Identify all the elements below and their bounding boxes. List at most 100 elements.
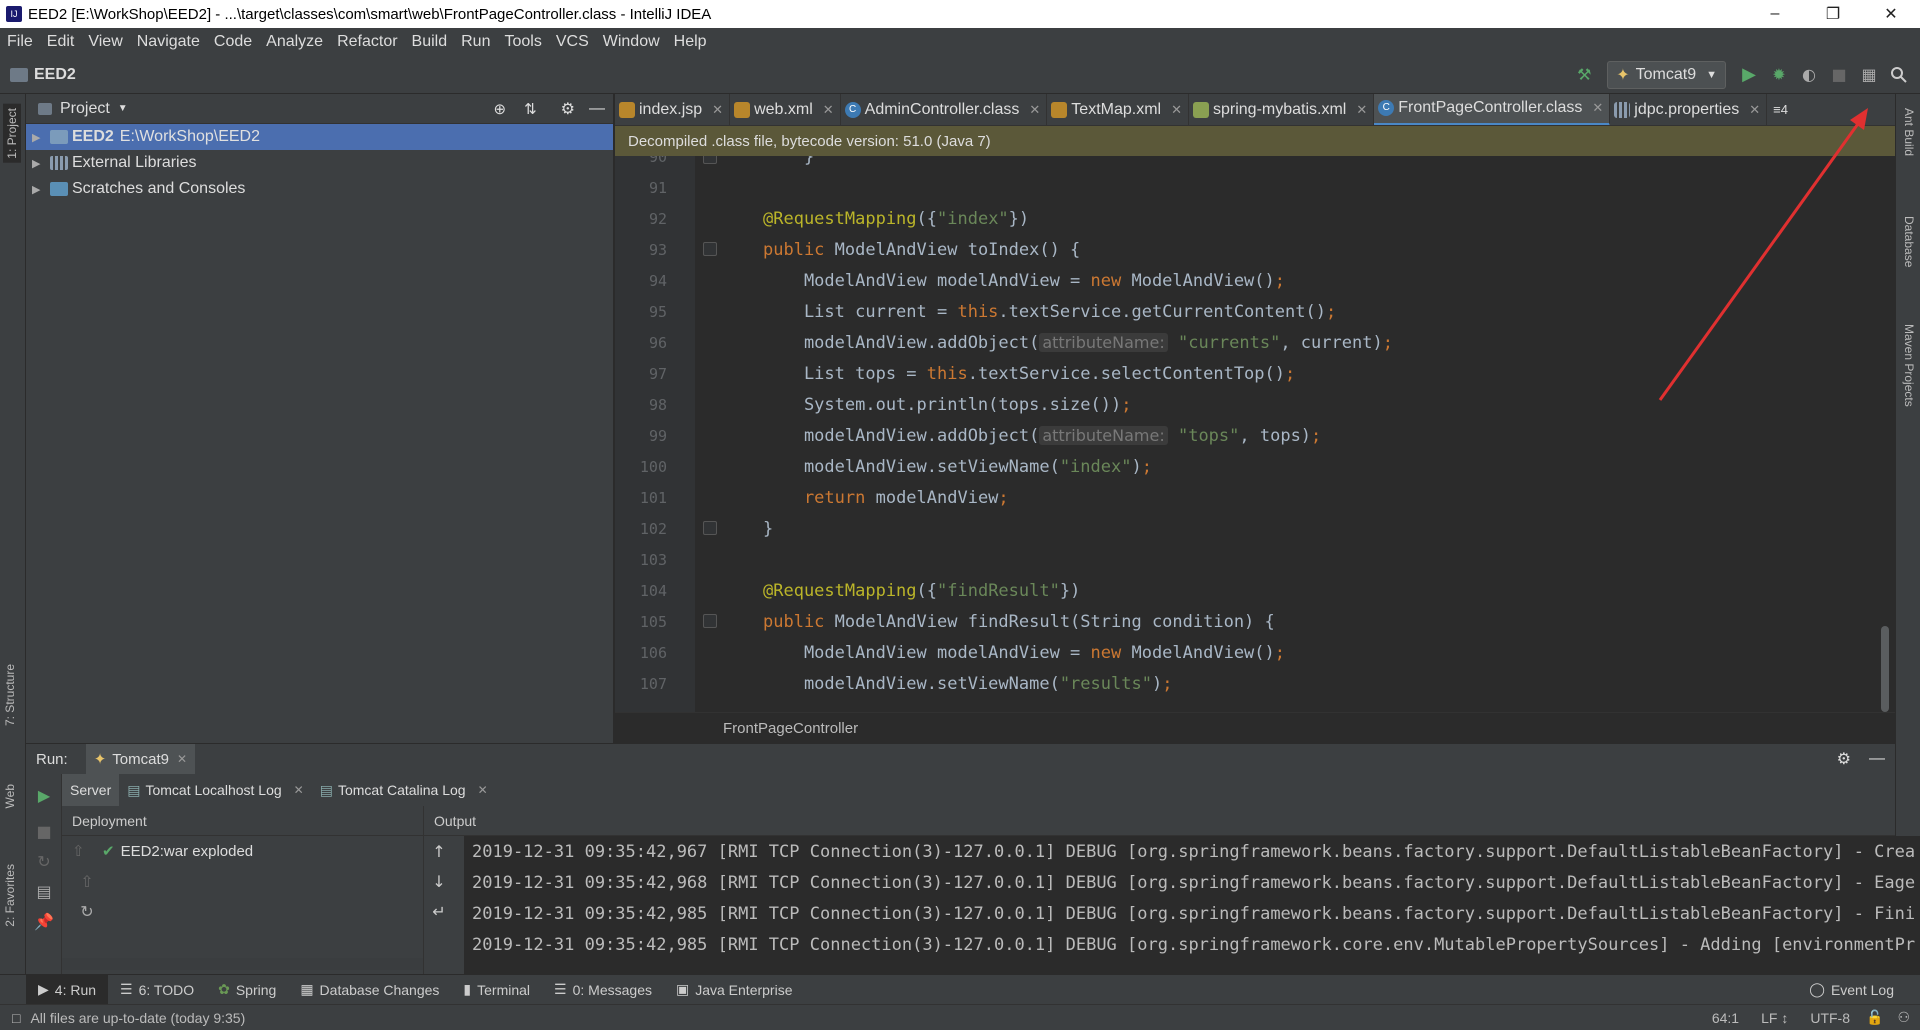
fold-marker-icon[interactable]	[703, 614, 717, 628]
arrow-up-icon[interactable]: ↑	[424, 836, 454, 866]
gear-icon[interactable]: ⚙	[561, 99, 575, 119]
debug-icon[interactable]: ✹	[1764, 60, 1794, 90]
status-toggle-icon[interactable]: □	[12, 1010, 20, 1026]
close-icon[interactable]: ✕	[1356, 102, 1367, 118]
event-log-button[interactable]: ◯ Event Log	[1797, 975, 1906, 1005]
database-tool-button[interactable]: Database	[1902, 216, 1916, 267]
tab-frontpagecontroller[interactable]: C FrontPageController.class ✕	[1374, 94, 1611, 125]
caret-position[interactable]: 64:1	[1712, 1010, 1739, 1026]
semicolon: ;	[1311, 425, 1322, 446]
tool-tab-java-enterprise[interactable]: ▣ Java Enterprise	[664, 975, 805, 1005]
menu-build[interactable]: Build	[405, 33, 455, 51]
layout-icon[interactable]: ▤	[29, 876, 59, 906]
tool-tab-terminal[interactable]: ▮ Terminal	[451, 975, 542, 1005]
ant-build-tool-button[interactable]: Ant Build	[1902, 108, 1916, 156]
tree-item-scratches[interactable]: ▶ Scratches and Consoles	[26, 176, 613, 202]
project-structure-icon[interactable]: ▦	[1854, 60, 1884, 90]
close-icon[interactable]: ✕	[177, 752, 187, 766]
menu-analyze[interactable]: Analyze	[259, 33, 330, 51]
console-output[interactable]: 2019-12-31 09:35:42,967 [RMI TCP Connect…	[464, 836, 1920, 975]
locate-icon[interactable]: ⊕	[494, 100, 507, 118]
close-icon[interactable]: ✕	[294, 783, 304, 797]
fold-marker-icon[interactable]	[703, 242, 717, 256]
search-icon[interactable]	[1884, 60, 1914, 90]
tab-index-jsp[interactable]: index.jsp ✕	[615, 94, 731, 125]
build-hammer-icon[interactable]: ⚒	[1569, 60, 1599, 90]
close-icon[interactable]: ✕	[1592, 100, 1603, 116]
close-icon[interactable]: ✕	[478, 783, 488, 797]
editor-scrollbar[interactable]	[1881, 626, 1889, 712]
tool-tab-messages[interactable]: ☰ 0: Messages	[542, 975, 664, 1005]
stop-icon[interactable]: ■	[29, 816, 59, 846]
menu-tools[interactable]: Tools	[497, 33, 548, 51]
nav-project-name[interactable]: EED2	[34, 66, 76, 84]
menu-navigate[interactable]: Navigate	[130, 33, 207, 51]
run-icon[interactable]: ▶	[1734, 60, 1764, 90]
expand-arrow-icon[interactable]: ▶	[32, 157, 46, 170]
tab-tomcat-localhost-log[interactable]: ▤ Tomcat Localhost Log ✕	[119, 774, 312, 806]
breadcrumb-item[interactable]: FrontPageController	[723, 720, 858, 737]
tab-tomcat-catalina-log[interactable]: ▤ Tomcat Catalina Log ✕	[312, 774, 496, 806]
tool-tab-spring[interactable]: ✿ Spring	[206, 975, 288, 1005]
expand-arrow-icon[interactable]: ▶	[32, 183, 46, 196]
tool-tab-database-changes[interactable]: ▦ Database Changes	[288, 975, 451, 1005]
fold-marker-icon[interactable]	[703, 521, 717, 535]
pin-icon[interactable]: 📌	[29, 906, 59, 936]
soft-wrap-icon[interactable]: ↵	[424, 896, 454, 926]
tab-admincontroller[interactable]: C AdminController.class ✕	[841, 94, 1048, 125]
rerun-icon[interactable]: ▶	[29, 780, 59, 810]
close-icon[interactable]: ✕	[1029, 102, 1040, 118]
hide-icon[interactable]: —	[589, 100, 605, 118]
tool-tab-run[interactable]: ▶ 4: Run	[26, 974, 109, 1005]
favorites-tool-button[interactable]: 2: Favorites	[3, 864, 17, 927]
deployment-item[interactable]: ⇧ ✔ EED2:war exploded	[62, 836, 423, 866]
tab-server[interactable]: Server	[62, 774, 120, 806]
run-config-selector[interactable]: ✦ Tomcat9 ▼	[1607, 60, 1726, 89]
tab-spring-mybatis[interactable]: spring-mybatis.xml ✕	[1189, 94, 1375, 125]
file-encoding[interactable]: UTF-8	[1810, 1010, 1850, 1026]
gear-icon[interactable]: ⚙	[1837, 749, 1851, 769]
lock-icon[interactable]: 🔓	[1866, 1009, 1883, 1026]
update-icon[interactable]: ↻	[29, 846, 59, 876]
menu-view[interactable]: View	[81, 33, 129, 51]
menu-code[interactable]: Code	[207, 33, 259, 51]
hide-icon[interactable]: —	[1869, 750, 1885, 768]
inspector-icon[interactable]: ⚇	[1897, 1009, 1910, 1026]
chevron-down-icon[interactable]: ▼	[118, 103, 128, 114]
line-separator[interactable]: LF ↕	[1761, 1010, 1788, 1026]
project-panel-title[interactable]: Project	[60, 100, 110, 118]
run-config-tab[interactable]: ✦ Tomcat9 ✕	[85, 744, 196, 774]
close-icon[interactable]: ✕	[712, 102, 723, 118]
deploy-action-icon[interactable]: ⇧	[72, 842, 102, 860]
coverage-icon[interactable]: ◐	[1794, 60, 1824, 90]
menu-vcs[interactable]: VCS	[549, 33, 596, 51]
tab-web-xml[interactable]: web.xml ✕	[730, 94, 841, 125]
maven-projects-tool-button[interactable]: Maven Projects	[1902, 324, 1916, 407]
arrow-down-icon[interactable]: ↓	[424, 866, 454, 896]
menu-run[interactable]: Run	[454, 33, 497, 51]
tree-item-external-libraries[interactable]: ▶ External Libraries	[26, 150, 613, 176]
stop-icon[interactable]: ■	[1824, 60, 1854, 90]
close-icon[interactable]: ✕	[1171, 102, 1182, 118]
fold-marker-icon[interactable]	[703, 156, 717, 164]
structure-tool-button[interactable]: 7: Structure	[3, 664, 17, 726]
collapse-all-icon[interactable]: ⇅	[524, 100, 537, 118]
expand-arrow-icon[interactable]: ▶	[32, 131, 46, 144]
deploy-all-icon[interactable]: ⇧	[72, 866, 102, 896]
refresh-icon[interactable]: ↻	[72, 896, 102, 926]
tree-item-eed2[interactable]: ▶ EED2 E:\WorkShop\EED2	[26, 124, 613, 150]
close-icon[interactable]: ✕	[823, 102, 834, 118]
minimize-button[interactable]: –	[1746, 0, 1804, 28]
restore-button[interactable]: ❐	[1804, 0, 1862, 28]
deployment-scrollbar[interactable]	[62, 958, 423, 970]
tool-tab-todo[interactable]: ☰ 6: TODO	[108, 975, 206, 1005]
menu-help[interactable]: Help	[667, 33, 714, 51]
tab-textmap-xml[interactable]: TextMap.xml ✕	[1047, 94, 1189, 125]
project-tool-button[interactable]: 1: Project	[3, 104, 21, 163]
menu-window[interactable]: Window	[596, 33, 667, 51]
menu-file[interactable]: File	[0, 33, 40, 51]
close-window-button[interactable]: ✕	[1862, 0, 1920, 28]
menu-edit[interactable]: Edit	[40, 33, 82, 51]
web-tool-button[interactable]: Web	[3, 784, 17, 808]
menu-refactor[interactable]: Refactor	[330, 33, 404, 51]
